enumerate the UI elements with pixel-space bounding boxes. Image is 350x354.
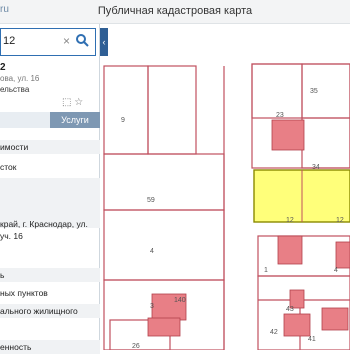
- info-tabs: Услуги: [0, 112, 100, 128]
- label-4b: 4: [334, 267, 338, 274]
- label-35: 35: [310, 88, 318, 95]
- building-41: [321, 307, 349, 331]
- info-row: енность: [0, 340, 100, 354]
- top-bar: ru Публичная кадастровая карта: [0, 0, 350, 24]
- info-row: [0, 322, 100, 336]
- label-140: 140: [174, 297, 186, 304]
- building-42: [283, 313, 311, 337]
- result-number: 2: [0, 62, 6, 73]
- parcel-4: [103, 209, 225, 281]
- info-row: ального жилищного: [0, 304, 100, 318]
- parcel-59: [103, 153, 225, 211]
- info-panel: 12 × 2 ова, ул. 16 ельства ⬚ ☆ Услуги им…: [0, 24, 100, 354]
- result-actions: ⬚ ☆: [62, 97, 83, 108]
- label-4: 4: [150, 248, 154, 255]
- favorite-star-icon[interactable]: ☆: [74, 97, 83, 108]
- label-1: 1: [264, 267, 268, 274]
- result-category: ельства: [0, 85, 30, 94]
- label-43: 43: [286, 306, 294, 313]
- page-title: Публичная кадастровая карта: [97, 5, 253, 17]
- parcel-block-top: [251, 63, 350, 169]
- collapse-panel-button[interactable]: ‹: [100, 28, 108, 56]
- info-row: имости: [0, 140, 100, 154]
- tab-services[interactable]: Услуги: [50, 112, 100, 128]
- info-row: уч. 16: [0, 231, 23, 241]
- parcel-9-east: [147, 65, 197, 155]
- label-23: 23: [276, 112, 284, 119]
- tab-info[interactable]: [0, 112, 50, 128]
- label-3: 3: [150, 303, 154, 310]
- info-row: ь: [0, 268, 100, 282]
- label-9: 9: [121, 117, 125, 124]
- info-row: ных пунктов: [0, 288, 48, 298]
- label-34: 34: [312, 164, 320, 171]
- building-1: [277, 235, 303, 265]
- label-59: 59: [147, 197, 155, 204]
- search-icon[interactable]: [75, 33, 89, 47]
- clear-search-button[interactable]: ×: [63, 34, 70, 48]
- result-address: ова, ул. 16: [0, 74, 40, 83]
- building-4b: [335, 241, 350, 269]
- label-41: 41: [308, 336, 316, 343]
- info-row: сток: [0, 162, 17, 172]
- zoom-to-icon[interactable]: ⬚: [62, 97, 71, 108]
- label-12a: 12: [286, 217, 294, 224]
- info-row: край, г. Краснодар, ул.: [0, 219, 88, 229]
- label-42: 42: [270, 329, 278, 336]
- building-3: [147, 317, 181, 337]
- label-26: 26: [132, 343, 140, 350]
- parcel-23: [251, 63, 303, 119]
- search-input[interactable]: 12 ×: [0, 28, 96, 56]
- parcel-9: [103, 65, 149, 155]
- search-query[interactable]: 12: [3, 35, 15, 47]
- parcel-34: [301, 117, 350, 169]
- label-12b: 12: [336, 217, 344, 224]
- building-23: [271, 119, 305, 151]
